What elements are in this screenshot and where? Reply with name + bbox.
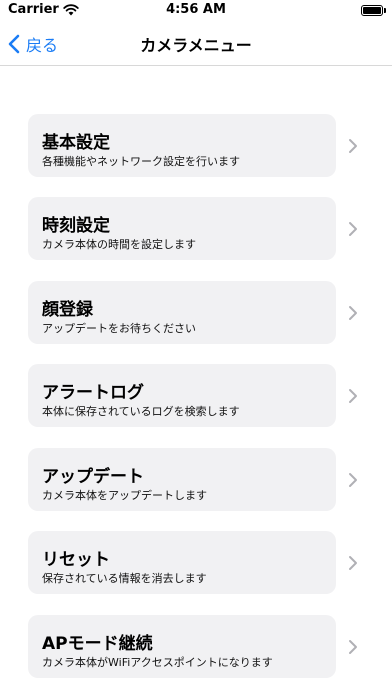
menu-item-subtitle: 保存されている情報を消去します	[42, 572, 207, 585]
chevron-right-icon	[349, 473, 357, 487]
status-bar: Carrier 4:56 AM	[0, 0, 392, 22]
menu-item-update[interactable]: アップデート カメラ本体をアップデートします	[28, 448, 336, 511]
status-time: 4:56 AM	[166, 2, 226, 17]
menu-item-title: APモード継続	[42, 634, 153, 654]
menu-item-subtitle: アップデートをお待ちください	[42, 322, 196, 335]
chevron-right-icon	[349, 556, 357, 570]
battery-cap	[384, 8, 386, 13]
menu-item-basic-settings[interactable]: 基本設定 各種機能やネットワーク設定を行います	[28, 114, 336, 177]
battery-icon	[361, 5, 383, 16]
menu-item-subtitle: 本体に保存されているログを検索します	[42, 405, 240, 418]
menu-item-subtitle: カメラ本体をアップデートします	[42, 489, 207, 502]
menu-item-subtitle: カメラ本体がWiFiアクセスポイントになります	[42, 656, 273, 669]
chevron-right-icon	[349, 640, 357, 654]
battery-level	[363, 7, 381, 14]
menu-item-ap-mode[interactable]: APモード継続 カメラ本体がWiFiアクセスポイントになります	[28, 615, 336, 678]
menu-item-title: 時刻設定	[42, 216, 110, 236]
chevron-right-icon	[349, 139, 357, 153]
menu-item-title: アップデート	[42, 467, 144, 487]
menu-item-face-registration[interactable]: 顔登録 アップデートをお待ちください	[28, 281, 336, 344]
chevron-right-icon	[349, 306, 357, 320]
menu-item-subtitle: カメラ本体の時間を設定します	[42, 238, 196, 251]
menu-item-title: 顔登録	[42, 300, 93, 320]
menu-item-title: リセット	[42, 550, 110, 570]
menu-item-title: アラートログ	[42, 383, 144, 403]
chevron-right-icon	[349, 222, 357, 236]
page-title: カメラメニュー	[140, 36, 252, 55]
menu-item-subtitle: 各種機能やネットワーク設定を行います	[42, 155, 240, 168]
menu-item-alert-log[interactable]: アラートログ 本体に保存されているログを検索します	[28, 364, 336, 427]
menu-item-reset[interactable]: リセット 保存されている情報を消去します	[28, 531, 336, 594]
menu-item-time-settings[interactable]: 時刻設定 カメラ本体の時間を設定します	[28, 197, 336, 260]
chevron-right-icon	[349, 389, 357, 403]
menu-item-title: 基本設定	[42, 133, 110, 153]
navigation-bar: 戻る カメラメニュー	[0, 22, 392, 66]
